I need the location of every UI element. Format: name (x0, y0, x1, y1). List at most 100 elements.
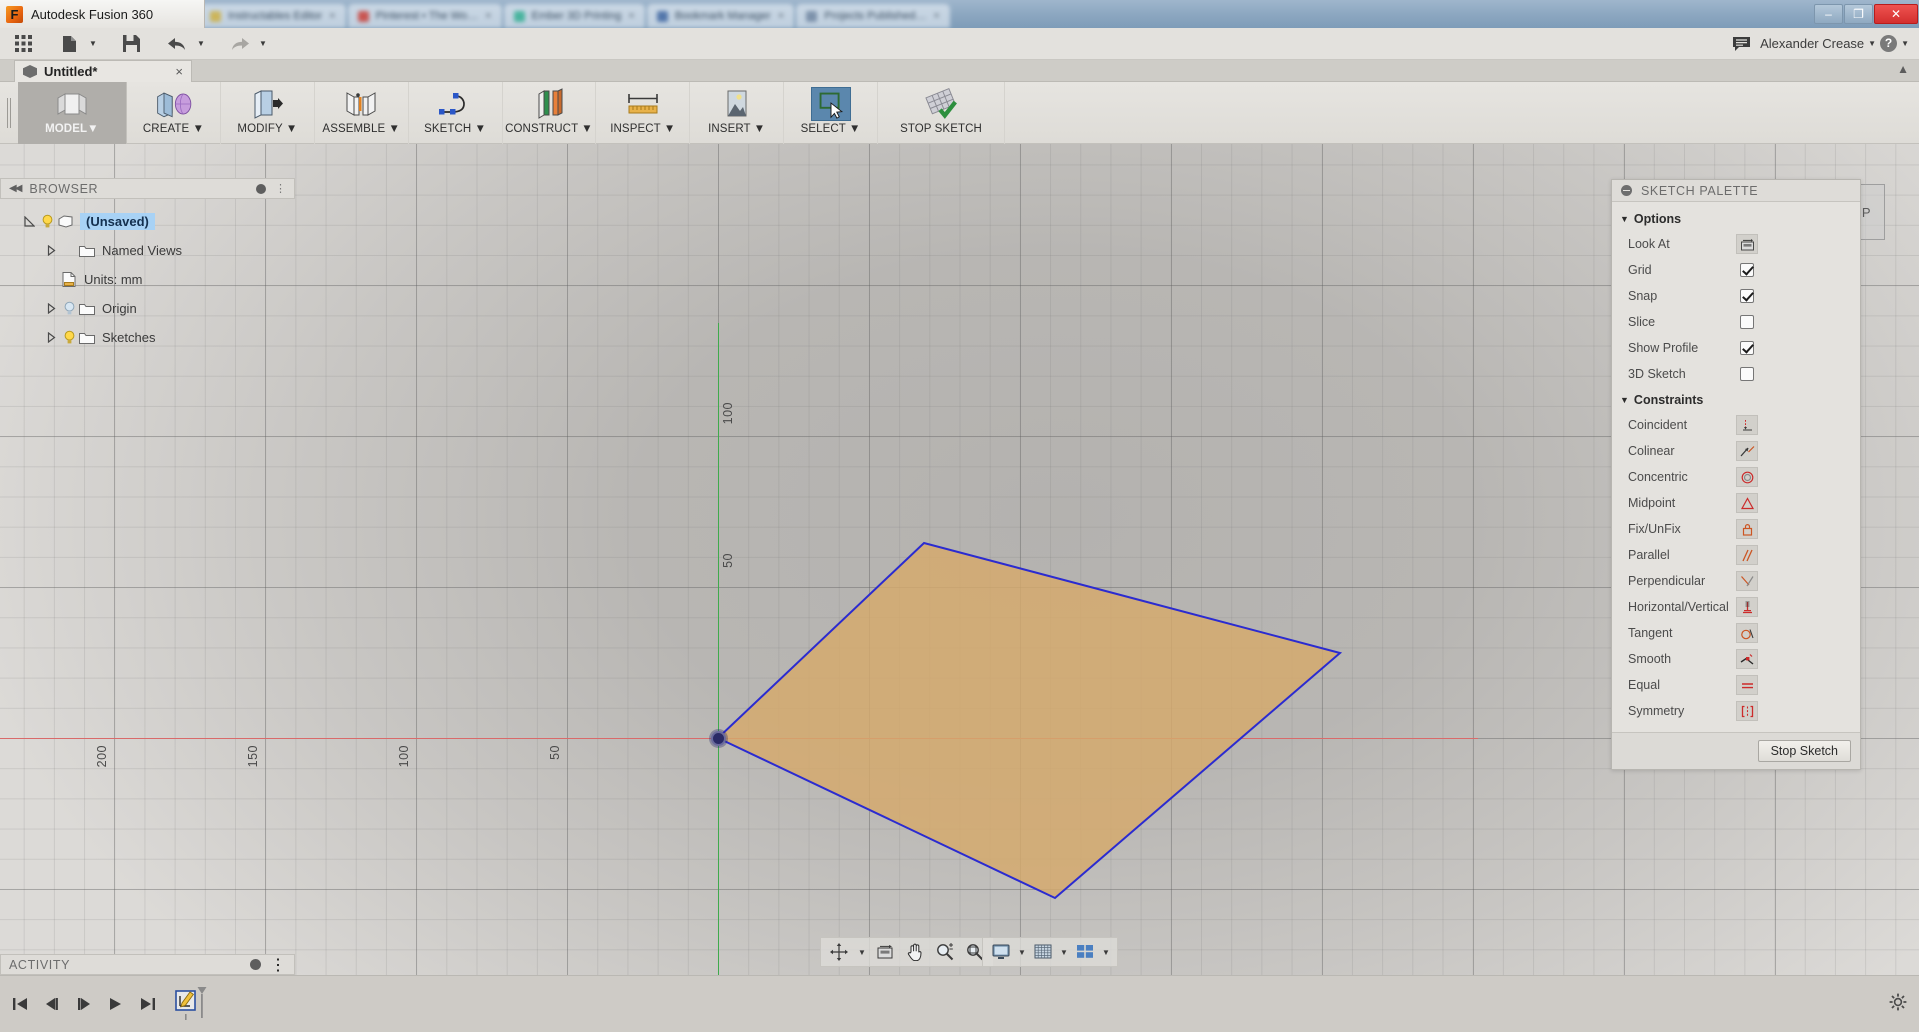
midpoint-constraint-icon[interactable] (1736, 493, 1758, 513)
expander-down-icon[interactable] (20, 216, 38, 227)
panel-grip-icon[interactable]: ⋮ (270, 955, 286, 975)
palette-row-grid[interactable]: Grid (1612, 257, 1860, 283)
ribbon-tab-assemble[interactable]: ASSEMBLE ▼ (315, 82, 409, 144)
chevron-down-icon[interactable]: ▼ (1901, 39, 1909, 48)
section-constraints[interactable]: ▼ Constraints (1612, 387, 1860, 412)
coincident-constraint-icon[interactable] (1736, 415, 1758, 435)
tree-item-sketches[interactable]: Sketches (0, 323, 295, 352)
chevron-down-icon[interactable]: ▼ (856, 940, 868, 964)
panel-dot-icon[interactable] (256, 183, 266, 194)
tree-item-named-views[interactable]: Named Views (0, 236, 295, 265)
chevron-down-icon[interactable]: ▼ (194, 31, 208, 57)
chevron-down-icon[interactable]: ▼ (86, 31, 100, 57)
close-icon[interactable]: × (778, 10, 784, 22)
expander-right-icon[interactable] (42, 332, 60, 343)
double-left-arrow-icon[interactable]: ◀◀ (9, 183, 22, 194)
visibility-bulb-icon[interactable] (60, 330, 78, 345)
background-tab[interactable]: Bookmark Manager × (646, 4, 795, 28)
show-profile-checkbox[interactable] (1740, 341, 1754, 355)
background-tab[interactable]: Projects Published… × (796, 4, 950, 28)
constraint-perpendicular[interactable]: Perpendicular (1612, 568, 1860, 594)
chevron-down-icon[interactable]: ▼ (1058, 940, 1070, 964)
close-button[interactable]: ✕ (1874, 4, 1918, 24)
fix-unfix-constraint-icon[interactable] (1736, 519, 1758, 539)
smooth-constraint-icon[interactable] (1736, 649, 1758, 669)
skip-to-start-icon[interactable] (8, 990, 32, 1018)
origin-point[interactable] (711, 731, 726, 746)
tree-item-unsaved[interactable]: (Unsaved) (0, 207, 295, 236)
expander-right-icon[interactable] (42, 245, 60, 256)
constraint-equal[interactable]: Equal (1612, 672, 1860, 698)
constraint-symmetry[interactable]: Symmetry (1612, 698, 1860, 724)
expander-right-icon[interactable] (42, 303, 60, 314)
palette-row-show-profile[interactable]: Show Profile (1612, 335, 1860, 361)
constraint-smooth[interactable]: Smooth (1612, 646, 1860, 672)
ribbon-tab-stop-sketch[interactable]: STOP SKETCH (878, 82, 1006, 144)
orbit-icon[interactable] (826, 940, 852, 964)
background-tab[interactable]: Instructables Editor × (200, 4, 346, 28)
symmetry-constraint-icon[interactable] (1736, 701, 1758, 721)
ribbon-tab-sketch[interactable]: SKETCH ▼ (409, 82, 503, 144)
skip-to-end-icon[interactable] (136, 990, 160, 1018)
parallel-constraint-icon[interactable] (1736, 545, 1758, 565)
ribbon-tab-select[interactable]: SELECT ▼ (784, 82, 878, 144)
background-tab[interactable]: Ember 3D Printing × (503, 4, 645, 28)
constraint-horizontal-vertical[interactable]: Horizontal/Vertical (1612, 594, 1860, 620)
tangent-constraint-icon[interactable] (1736, 623, 1758, 643)
ribbon-tab-create[interactable]: CREATE ▼ (127, 82, 221, 144)
undo-button[interactable] (162, 31, 192, 57)
constraint-coincident[interactable]: Coincident (1612, 412, 1860, 438)
ribbon-tab-insert[interactable]: INSERT ▼ (690, 82, 785, 144)
close-icon[interactable]: × (175, 64, 183, 79)
look-at-icon[interactable] (872, 940, 898, 964)
chevron-down-icon[interactable]: ▼ (1868, 39, 1876, 48)
redo-button[interactable] (224, 31, 254, 57)
step-forward-icon[interactable] (72, 990, 96, 1018)
section-options[interactable]: ▼ Options (1612, 206, 1860, 231)
ribbon-tab-construct[interactable]: CONSTRUCT ▼ (503, 82, 597, 144)
panel-grip-icon[interactable]: ⋮ (275, 182, 286, 195)
close-icon[interactable]: × (485, 10, 491, 22)
visibility-bulb-icon[interactable] (60, 301, 78, 316)
minimize-button[interactable]: – (1814, 4, 1843, 24)
close-icon[interactable]: × (628, 10, 634, 22)
background-tab[interactable]: Pinterest • The Wo… × (347, 4, 502, 28)
visibility-bulb-icon[interactable] (38, 214, 56, 229)
zoom-glass-icon[interactable] (932, 940, 958, 964)
horizontal-vertical-constraint-icon[interactable] (1736, 597, 1758, 617)
slice-checkbox[interactable] (1740, 315, 1754, 329)
perpendicular-constraint-icon[interactable] (1736, 571, 1758, 591)
ribbon-tab-inspect[interactable]: INSPECT ▼ (596, 82, 691, 144)
app-grid-button[interactable] (8, 31, 38, 57)
chevron-down-icon[interactable]: ▼ (1016, 940, 1028, 964)
user-name[interactable]: Alexander Crease (1760, 36, 1864, 51)
equal-constraint-icon[interactable] (1736, 675, 1758, 695)
constraint-midpoint[interactable]: Midpoint (1612, 490, 1860, 516)
timeline-feature-marker[interactable] (174, 984, 212, 1024)
grid-checkbox[interactable] (1740, 263, 1754, 277)
document-tab-untitled[interactable]: Untitled* × (14, 60, 192, 82)
new-document-button[interactable] (54, 31, 84, 57)
monitor-icon[interactable] (988, 940, 1014, 964)
palette-row-snap[interactable]: Snap (1612, 283, 1860, 309)
constraint-fix-unfix[interactable]: Fix/UnFix (1612, 516, 1860, 542)
close-icon[interactable]: × (329, 10, 335, 22)
chevron-down-icon[interactable]: ▼ (1100, 940, 1112, 964)
palette-row-look-at[interactable]: Look At (1612, 231, 1860, 257)
play-icon[interactable] (104, 990, 128, 1018)
tree-item-units[interactable]: Units: mm (0, 265, 295, 294)
constraint-colinear[interactable]: Colinear (1612, 438, 1860, 464)
ribbon-grip[interactable] (0, 82, 18, 144)
maximize-button[interactable]: ❐ (1844, 4, 1873, 24)
plus-circle-icon[interactable] (250, 959, 261, 970)
workspace-switcher-model[interactable]: MODEL▼ (17, 82, 128, 144)
palette-row-3d-sketch[interactable]: 3D Sketch (1612, 361, 1860, 387)
constraint-tangent[interactable]: Tangent (1612, 620, 1860, 646)
grid-icon[interactable] (1030, 940, 1056, 964)
gear-icon[interactable] (1889, 993, 1907, 1016)
close-icon[interactable]: × (933, 10, 939, 22)
minus-circle-icon[interactable] (1621, 185, 1632, 196)
speech-bubble-icon[interactable] (1726, 31, 1756, 57)
look-at-icon[interactable] (1736, 234, 1758, 254)
help-icon[interactable]: ? (1880, 35, 1898, 52)
